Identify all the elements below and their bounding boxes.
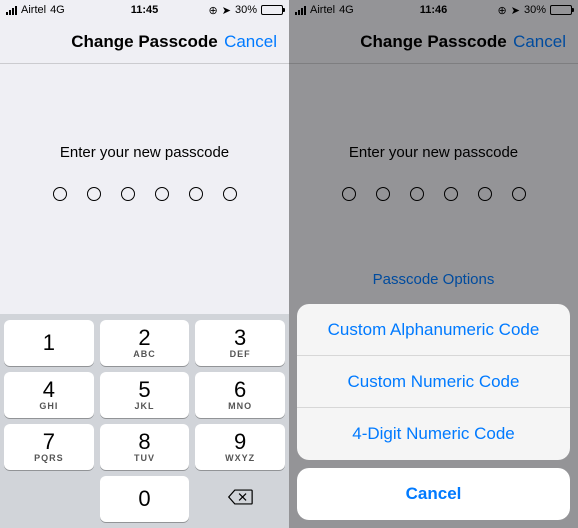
network-label: 4G	[339, 4, 354, 16]
passcode-dot	[376, 187, 390, 201]
key-6[interactable]: 6MNO	[195, 372, 285, 418]
key-5[interactable]: 5JKL	[100, 372, 190, 418]
passcode-dot	[189, 187, 203, 201]
battery-pct: 30%	[235, 4, 257, 16]
page-title: Change Passcode	[360, 32, 506, 52]
clock: 11:46	[420, 4, 448, 16]
key-9[interactable]: 9WXYZ	[195, 424, 285, 470]
key-0[interactable]: 0	[100, 476, 190, 522]
cancel-button[interactable]: Cancel	[513, 32, 566, 52]
prompt-label: Enter your new passcode	[289, 144, 578, 161]
location-icon: ➤	[511, 4, 520, 17]
nav-bar: Change Passcode Cancel	[0, 20, 289, 64]
network-label: 4G	[50, 4, 65, 16]
passcode-options-sheet: Custom Alphanumeric Code Custom Numeric …	[297, 304, 570, 520]
passcode-options-button[interactable]: Passcode Options	[359, 265, 509, 294]
key-7[interactable]: 7PQRS	[4, 424, 94, 470]
page-title: Change Passcode	[71, 32, 217, 52]
key-1[interactable]: 1	[4, 320, 94, 366]
option-custom-alphanumeric[interactable]: Custom Alphanumeric Code	[297, 304, 570, 356]
passcode-dots	[0, 187, 289, 201]
signal-icon	[6, 6, 17, 15]
location-icon: ➤	[222, 4, 231, 17]
carrier-label: Airtel	[310, 4, 335, 16]
alarm-icon: ⊕	[209, 4, 218, 17]
carrier-label: Airtel	[21, 4, 46, 16]
option-4-digit-numeric[interactable]: 4-Digit Numeric Code	[297, 408, 570, 460]
passcode-dots	[289, 187, 578, 201]
option-custom-numeric[interactable]: Custom Numeric Code	[297, 356, 570, 408]
battery-icon	[550, 5, 572, 15]
passcode-content: Enter your new passcode	[289, 64, 578, 201]
key-4[interactable]: 4GHI	[4, 372, 94, 418]
sheet-cancel-button[interactable]: Cancel	[297, 468, 570, 520]
cancel-button[interactable]: Cancel	[224, 32, 277, 52]
passcode-dot	[53, 187, 67, 201]
key-3[interactable]: 3DEF	[195, 320, 285, 366]
sheet-options-group: Custom Alphanumeric Code Custom Numeric …	[297, 304, 570, 460]
key-blank	[4, 476, 94, 522]
screenshot-right: Airtel 4G 11:46 ⊕ ➤ 30% Change Passcode …	[289, 0, 578, 528]
nav-bar: Change Passcode Cancel	[289, 20, 578, 64]
alarm-icon: ⊕	[498, 4, 507, 17]
passcode-dot	[478, 187, 492, 201]
battery-icon	[261, 5, 283, 15]
passcode-content: Enter your new passcode	[0, 64, 289, 201]
passcode-dot	[512, 187, 526, 201]
clock: 11:45	[131, 4, 159, 16]
passcode-dot	[410, 187, 424, 201]
key-8[interactable]: 8TUV	[100, 424, 190, 470]
passcode-dot	[155, 187, 169, 201]
passcode-dot	[87, 187, 101, 201]
battery-pct: 30%	[524, 4, 546, 16]
prompt-label: Enter your new passcode	[0, 144, 289, 161]
status-bar: Airtel 4G 11:45 ⊕ ➤ 30%	[0, 0, 289, 20]
key-delete[interactable]	[195, 476, 285, 522]
status-bar: Airtel 4G 11:46 ⊕ ➤ 30%	[289, 0, 578, 20]
screenshot-left: Airtel 4G 11:45 ⊕ ➤ 30% Change Passcode …	[0, 0, 289, 528]
numeric-keypad: 1 2ABC 3DEF 4GHI 5JKL 6MNO 7PQRS 8TUV 9W…	[0, 314, 289, 528]
passcode-dot	[342, 187, 356, 201]
backspace-icon	[227, 487, 253, 512]
passcode-dot	[444, 187, 458, 201]
passcode-dot	[223, 187, 237, 201]
signal-icon	[295, 6, 306, 15]
passcode-options-row: Passcode Options	[289, 265, 578, 294]
key-2[interactable]: 2ABC	[100, 320, 190, 366]
passcode-dot	[121, 187, 135, 201]
